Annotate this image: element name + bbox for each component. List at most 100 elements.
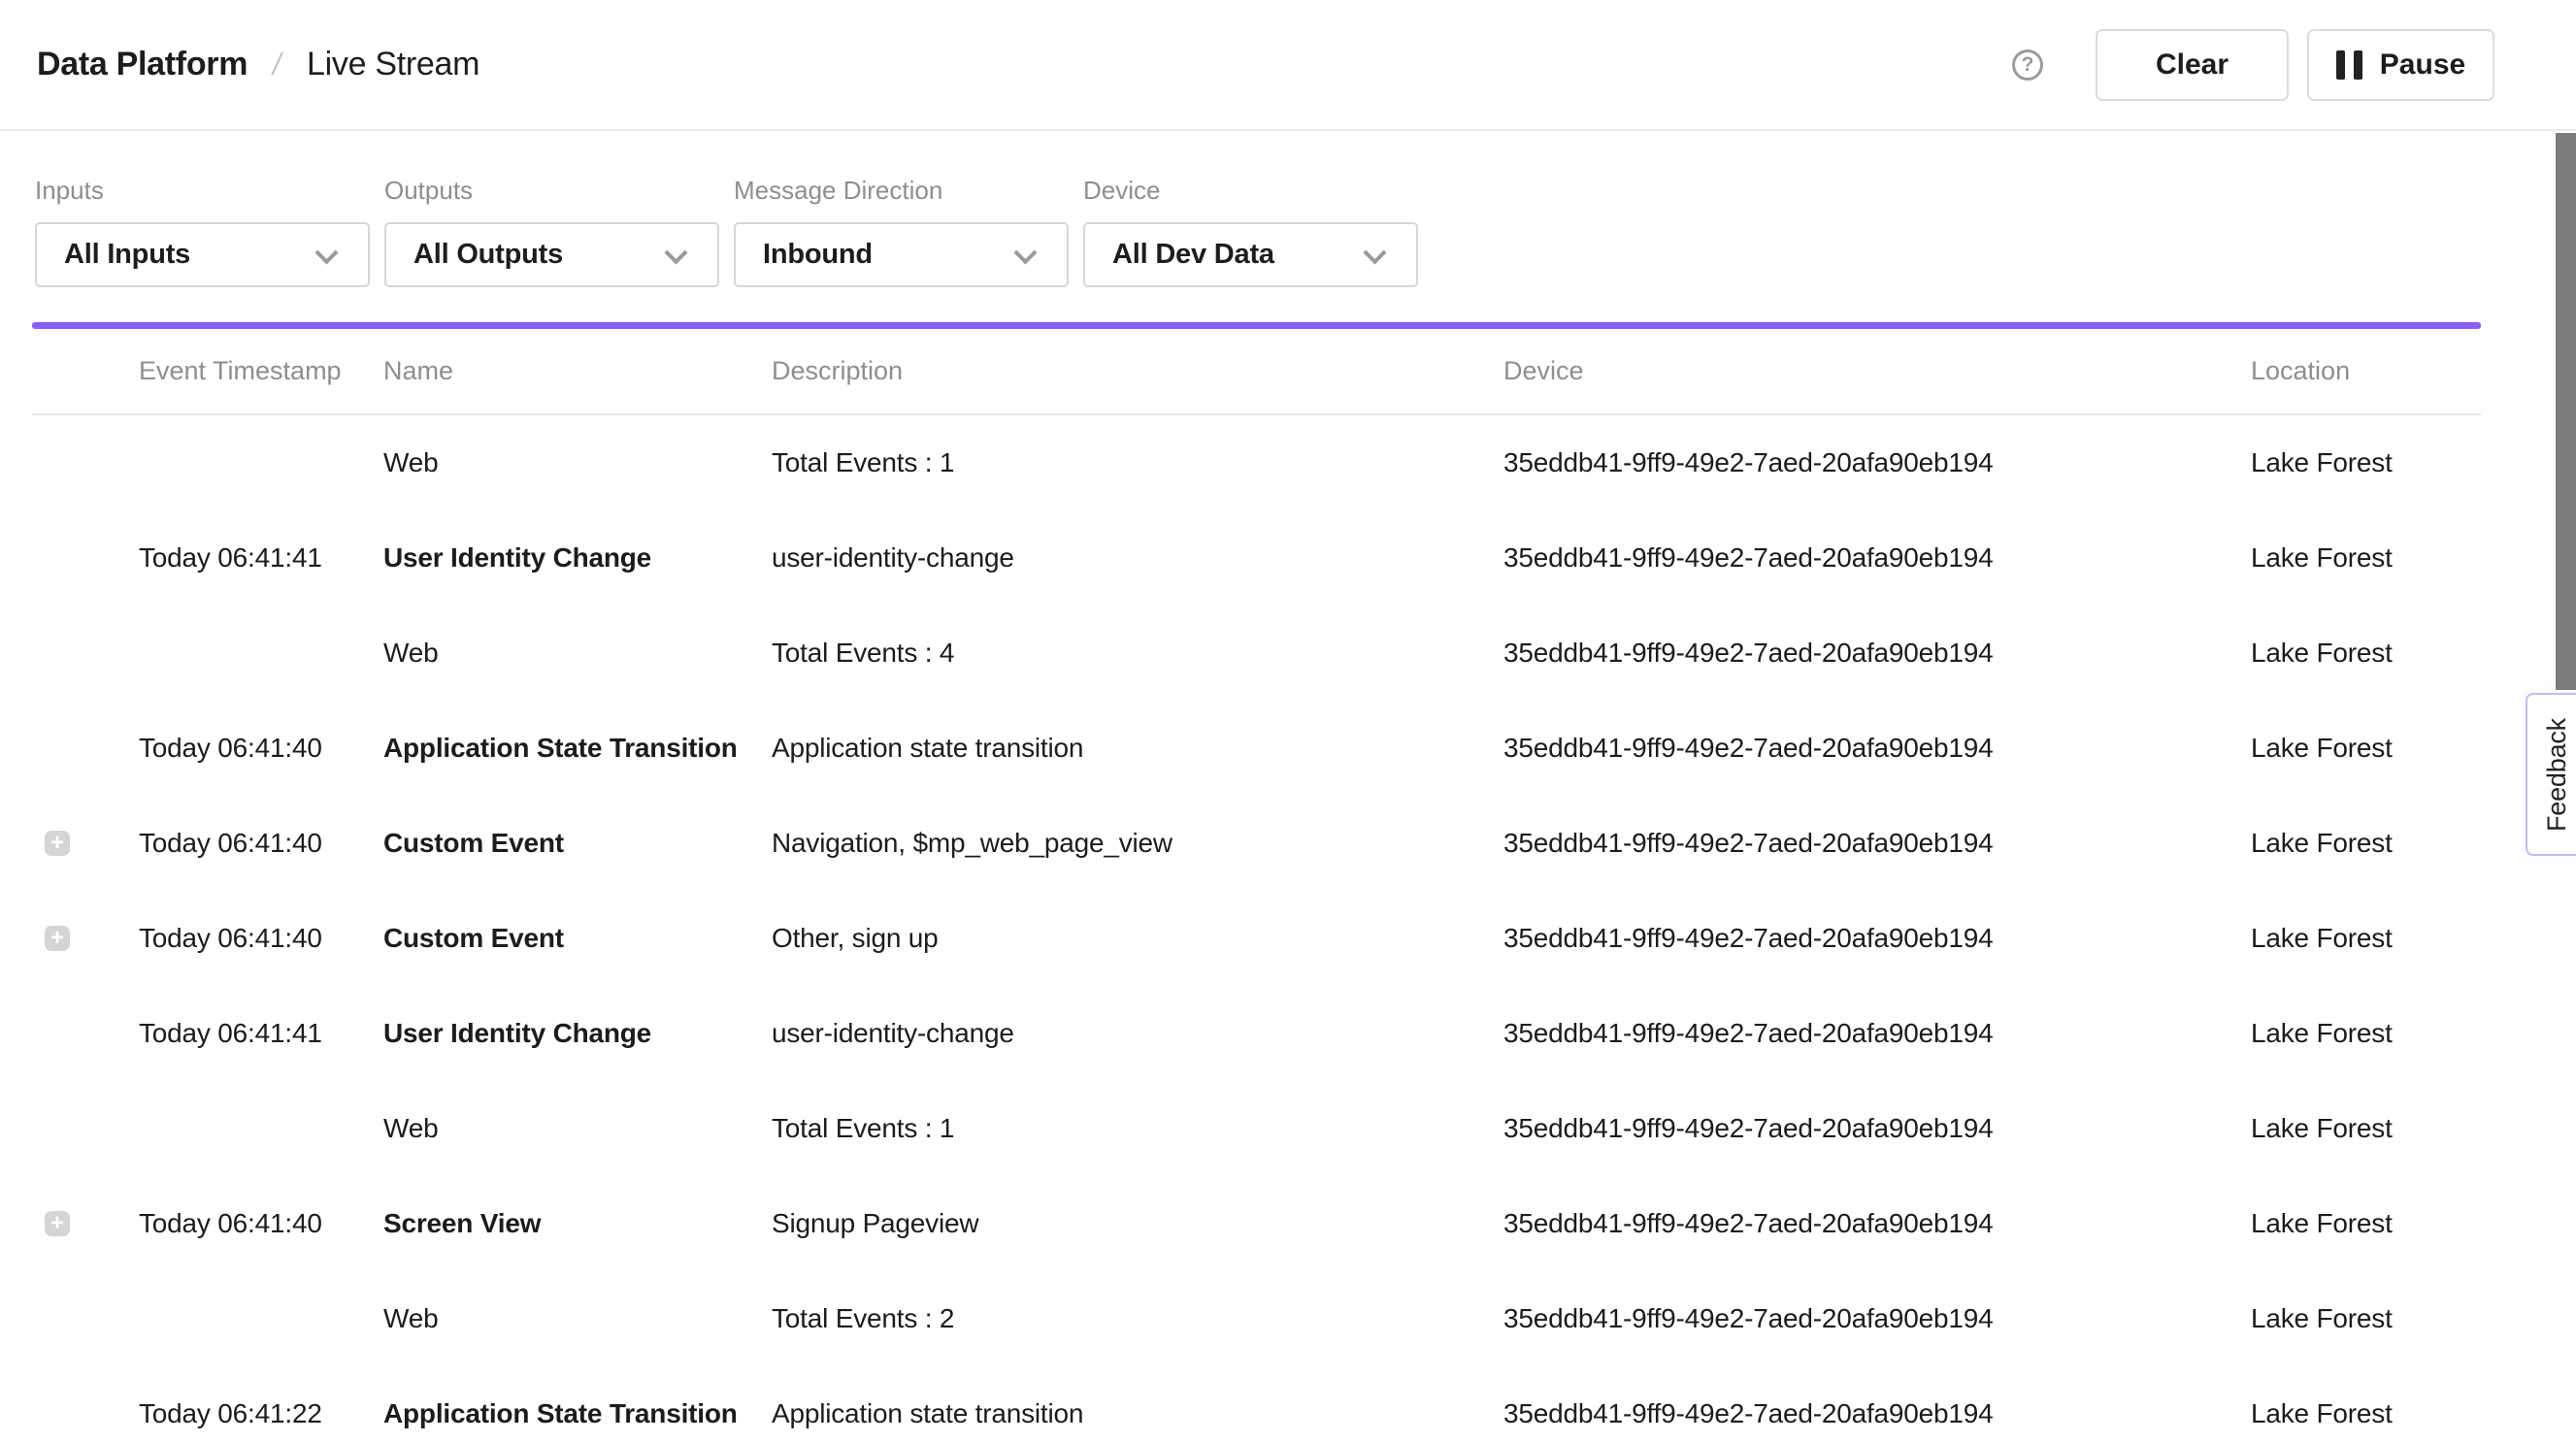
event-timestamp-cell: Today 06:41:41 <box>139 1018 383 1049</box>
event-timestamp-cell: Today 06:41:40 <box>139 733 383 764</box>
table-row: + Web Total Events : 2 35eddb41-9ff9-49e… <box>32 1271 2481 1366</box>
event-name-cell: Web <box>383 447 772 478</box>
expander-cell: + <box>32 1211 139 1236</box>
event-name-cell: Application State Transition <box>383 1398 772 1429</box>
event-description-cell: user-identity-change <box>772 542 1503 574</box>
column-header-event-timestamp: Event Timestamp <box>139 356 383 386</box>
filter-group-inputs: Inputs All Inputs <box>35 177 370 287</box>
event-timestamp-cell: Today 06:41:22 <box>139 1398 383 1429</box>
event-table-body: + Web Total Events : 1 35eddb41-9ff9-49e… <box>0 415 2576 1442</box>
expand-row-button[interactable]: + <box>45 926 70 951</box>
event-name-cell: Web <box>383 1303 772 1334</box>
clear-button[interactable]: Clear <box>2096 29 2289 101</box>
expander-cell: + <box>32 736 139 761</box>
filter-group-outputs: Outputs All Outputs <box>384 177 719 287</box>
column-header-description: Description <box>772 356 1503 386</box>
event-table-header: Event Timestamp Name Description Device … <box>32 329 2481 415</box>
device-filter-value: All Dev Data <box>1112 239 1274 271</box>
inputs-filter-dropdown[interactable]: All Inputs <box>35 222 370 287</box>
event-timestamp-cell: Today 06:41:40 <box>139 1208 383 1239</box>
column-header-location: Location <box>2251 356 2481 386</box>
event-description-cell: Total Events : 1 <box>772 1113 1503 1144</box>
expand-row-button[interactable]: + <box>45 1211 70 1236</box>
top-bar: Data Platform / Live Stream ? Clear Paus… <box>0 0 2576 131</box>
expander-cell: + <box>32 1021 139 1046</box>
event-device-cell: 35eddb41-9ff9-49e2-7aed-20afa90eb194 <box>1503 1208 2251 1239</box>
chevron-down-icon <box>1363 241 1386 264</box>
outputs-filter-value: All Outputs <box>413 239 563 271</box>
pause-icon <box>2336 50 2362 80</box>
stream-progress-bar <box>32 322 2481 329</box>
expander-cell: + <box>32 1306 139 1331</box>
topbar-actions: ? Clear Pause <box>2012 29 2576 101</box>
breadcrumb: Data Platform / Live Stream <box>0 46 479 83</box>
event-device-cell: 35eddb41-9ff9-49e2-7aed-20afa90eb194 <box>1503 638 2251 669</box>
device-filter-dropdown[interactable]: All Dev Data <box>1083 222 1418 287</box>
breadcrumb-section[interactable]: Data Platform <box>37 46 248 83</box>
event-location-cell: Lake Forest <box>2251 542 2481 574</box>
event-timestamp-cell: Today 06:41:40 <box>139 923 383 954</box>
message-direction-filter-dropdown[interactable]: Inbound <box>734 222 1069 287</box>
event-name-cell: Application State Transition <box>383 733 772 764</box>
table-row: + Today 06:41:40 Custom Event Navigation… <box>32 796 2481 891</box>
outputs-filter-dropdown[interactable]: All Outputs <box>384 222 719 287</box>
table-row: + Today 06:41:41 User Identity Change us… <box>32 510 2481 606</box>
filter-group-message-direction: Message Direction Inbound <box>734 177 1069 287</box>
table-row: + Web Total Events : 1 35eddb41-9ff9-49e… <box>32 415 2481 510</box>
feedback-tab[interactable]: Feedback <box>2526 693 2576 856</box>
expander-cell: + <box>32 926 139 951</box>
event-description-cell: Navigation, $mp_web_page_view <box>772 828 1503 859</box>
expander-cell: + <box>32 640 139 666</box>
event-location-cell: Lake Forest <box>2251 1113 2481 1144</box>
event-name-cell: Custom Event <box>383 828 772 859</box>
event-location-cell: Lake Forest <box>2251 828 2481 859</box>
help-icon[interactable]: ? <box>2012 49 2043 81</box>
inputs-filter-value: All Inputs <box>64 239 190 271</box>
event-description-cell: Total Events : 4 <box>772 638 1503 669</box>
event-device-cell: 35eddb41-9ff9-49e2-7aed-20afa90eb194 <box>1503 1113 2251 1144</box>
event-timestamp-cell: Today 06:41:41 <box>139 542 383 574</box>
event-timestamp-cell: Today 06:41:40 <box>139 828 383 859</box>
inputs-filter-label: Inputs <box>35 177 370 204</box>
event-location-cell: Lake Forest <box>2251 1303 2481 1334</box>
event-device-cell: 35eddb41-9ff9-49e2-7aed-20afa90eb194 <box>1503 828 2251 859</box>
expand-row-button[interactable]: + <box>45 831 70 856</box>
event-location-cell: Lake Forest <box>2251 1208 2481 1239</box>
chevron-down-icon <box>314 241 338 264</box>
expander-cell: + <box>32 831 139 856</box>
message-direction-filter-value: Inbound <box>763 239 873 271</box>
table-row: + Today 06:41:40 Application State Trans… <box>32 701 2481 796</box>
event-description-cell: Application state transition <box>772 733 1503 764</box>
event-description-cell: Application state transition <box>772 1398 1503 1429</box>
pause-button[interactable]: Pause <box>2307 29 2494 101</box>
event-device-cell: 35eddb41-9ff9-49e2-7aed-20afa90eb194 <box>1503 1398 2251 1429</box>
vertical-scrollbar-thumb[interactable] <box>2556 133 2576 690</box>
event-device-cell: 35eddb41-9ff9-49e2-7aed-20afa90eb194 <box>1503 733 2251 764</box>
table-row: + Today 06:41:41 User Identity Change us… <box>32 986 2481 1081</box>
event-description-cell: Total Events : 1 <box>772 447 1503 478</box>
device-filter-label: Device <box>1083 177 1418 204</box>
event-name-cell: Custom Event <box>383 923 772 954</box>
expander-cell: + <box>32 545 139 571</box>
event-name-cell: Web <box>383 1113 772 1144</box>
event-device-cell: 35eddb41-9ff9-49e2-7aed-20afa90eb194 <box>1503 1303 2251 1334</box>
table-row: + Today 06:41:40 Custom Event Other, sig… <box>32 891 2481 986</box>
table-row: + Web Total Events : 1 35eddb41-9ff9-49e… <box>32 1081 2481 1176</box>
event-description-cell: user-identity-change <box>772 1018 1503 1049</box>
event-description-cell: Other, sign up <box>772 923 1503 954</box>
event-device-cell: 35eddb41-9ff9-49e2-7aed-20afa90eb194 <box>1503 1018 2251 1049</box>
filter-group-device: Device All Dev Data <box>1083 177 1418 287</box>
event-name-cell: Web <box>383 638 772 669</box>
column-header-name: Name <box>383 356 772 386</box>
event-name-cell: User Identity Change <box>383 1018 772 1049</box>
expander-cell: + <box>32 1116 139 1141</box>
feedback-tab-label: Feedback <box>2542 718 2572 832</box>
chevron-down-icon <box>664 241 687 264</box>
event-location-cell: Lake Forest <box>2251 923 2481 954</box>
event-description-cell: Total Events : 2 <box>772 1303 1503 1334</box>
column-header-device: Device <box>1503 356 2251 386</box>
table-row: + Today 06:41:40 Screen View Signup Page… <box>32 1176 2481 1271</box>
event-device-cell: 35eddb41-9ff9-49e2-7aed-20afa90eb194 <box>1503 923 2251 954</box>
event-device-cell: 35eddb41-9ff9-49e2-7aed-20afa90eb194 <box>1503 447 2251 478</box>
outputs-filter-label: Outputs <box>384 177 719 204</box>
